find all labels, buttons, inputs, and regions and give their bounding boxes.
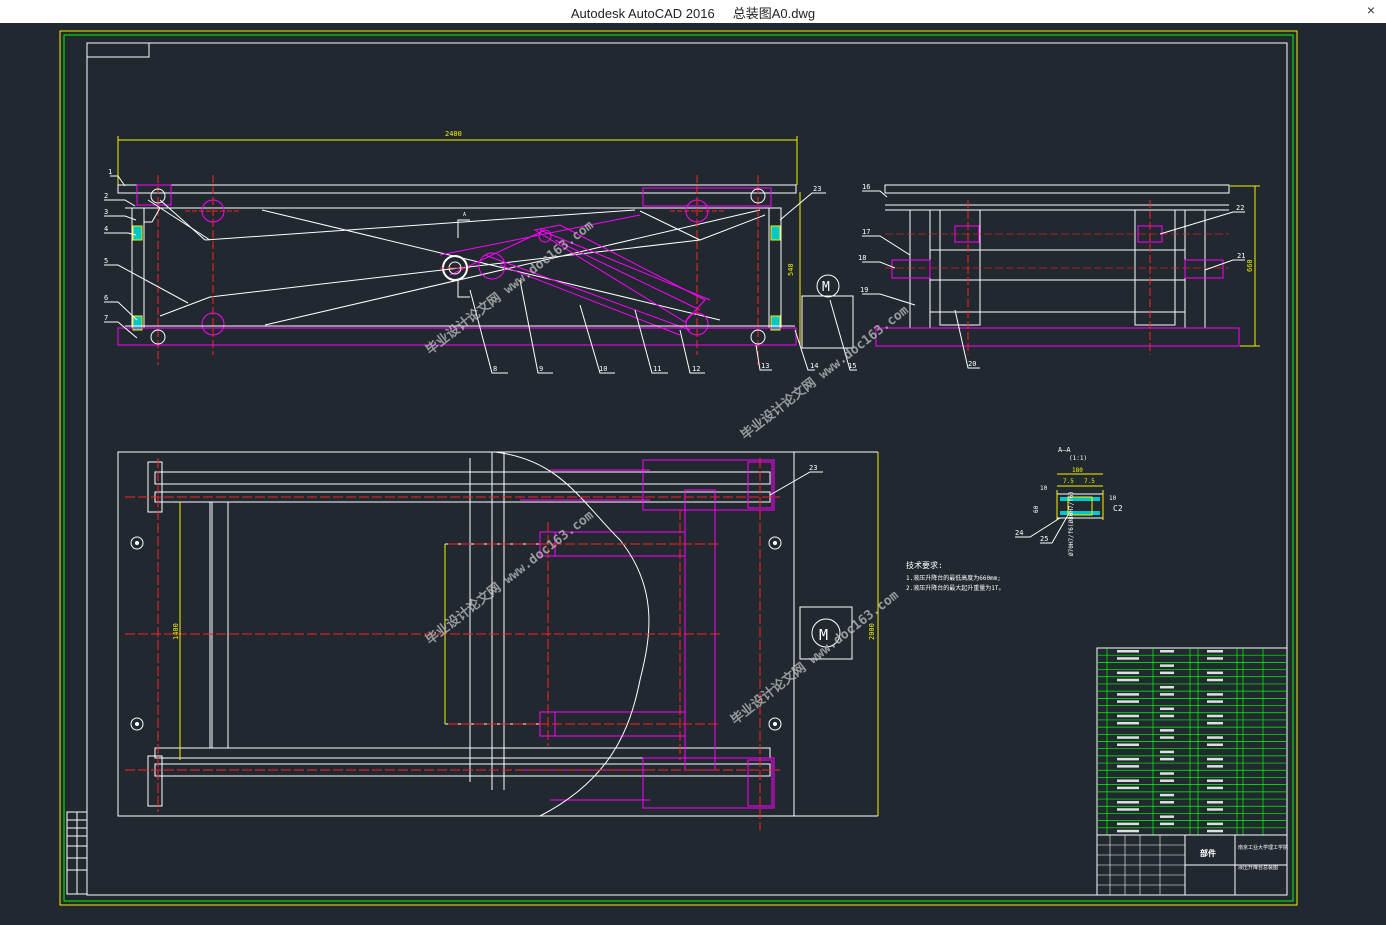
title-part: 部件 xyxy=(1200,848,1216,858)
dim-660: 660 xyxy=(1246,259,1254,272)
callout-6: 6 xyxy=(104,294,108,302)
dim-7-5-a: 7.5 xyxy=(1063,478,1074,485)
close-icon[interactable]: × xyxy=(1360,0,1382,20)
tech-heading: 技术要求: xyxy=(906,560,943,570)
title-school: 南京工业大学理工学院 xyxy=(1238,844,1288,851)
section-marker-a: A xyxy=(463,212,466,218)
callout-9: 9 xyxy=(539,365,543,373)
callout-25: 25 xyxy=(1040,535,1048,543)
callout-12: 12 xyxy=(692,365,700,373)
dim-540: 540 xyxy=(787,263,795,276)
dim-7-5-b: 7.5 xyxy=(1084,478,1095,485)
chamfer-c2: C2 xyxy=(1113,504,1123,513)
callout-16: 16 xyxy=(862,183,870,191)
fit-label: Ø70H7/f6(Ø80H7/f6) xyxy=(1068,491,1075,556)
callout-20: 20 xyxy=(968,360,976,368)
window-titlebar: Autodesk AutoCAD 2016 总装图A0.dwg × xyxy=(0,0,1386,24)
dim-2400: 2400 xyxy=(445,130,462,138)
section-scale: (1:1) xyxy=(1069,455,1087,462)
callout-23-plan: 23 xyxy=(809,464,817,472)
dim-10-a: 10 xyxy=(1040,485,1048,492)
dim-180: 180 xyxy=(1072,467,1083,474)
callout-11: 11 xyxy=(653,365,661,373)
dim-2000: 2000 xyxy=(868,623,876,640)
tech-line-1: 1.液压升降台的最低高度为660mm; xyxy=(906,574,1001,582)
dim-10-b: 10 xyxy=(1109,495,1117,502)
window-title: Autodesk AutoCAD 2016 总装图A0.dwg xyxy=(570,6,816,21)
dim-60: 60 xyxy=(1033,505,1040,513)
dim-1400: 1400 xyxy=(172,623,180,640)
callout-5: 5 xyxy=(104,257,108,265)
callout-7: 7 xyxy=(104,314,108,322)
cad-drawing: 2400 A 540 M 1 2 3 4 5 6 7 8 9 10 11 12 … xyxy=(0,23,1386,920)
callout-3: 3 xyxy=(104,208,108,216)
callout-24: 24 xyxy=(1015,529,1023,537)
callout-2: 2 xyxy=(104,192,108,200)
callout-19: 19 xyxy=(860,286,868,294)
title-drawing-name: 液压升降台总装图 xyxy=(1238,864,1278,871)
drawing-canvas[interactable]: 2400 A 540 M 1 2 3 4 5 6 7 8 9 10 11 12 … xyxy=(0,23,1386,920)
callout-10: 10 xyxy=(599,365,607,373)
section-title: A—A xyxy=(1058,446,1071,454)
callout-4: 4 xyxy=(104,225,108,233)
callout-21: 21 xyxy=(1237,252,1245,260)
callout-17: 17 xyxy=(862,228,870,236)
callout-8: 8 xyxy=(493,365,497,373)
callout-23-front: 23 xyxy=(813,185,821,193)
callout-13: 13 xyxy=(761,362,769,370)
callout-18: 18 xyxy=(858,254,866,262)
tech-line-2: 2.液压升降台的最大起升重量为1T。 xyxy=(906,584,1004,592)
callout-22: 22 xyxy=(1236,204,1244,212)
callout-1: 1 xyxy=(108,168,112,176)
motor-symbol-front: M xyxy=(822,280,830,295)
